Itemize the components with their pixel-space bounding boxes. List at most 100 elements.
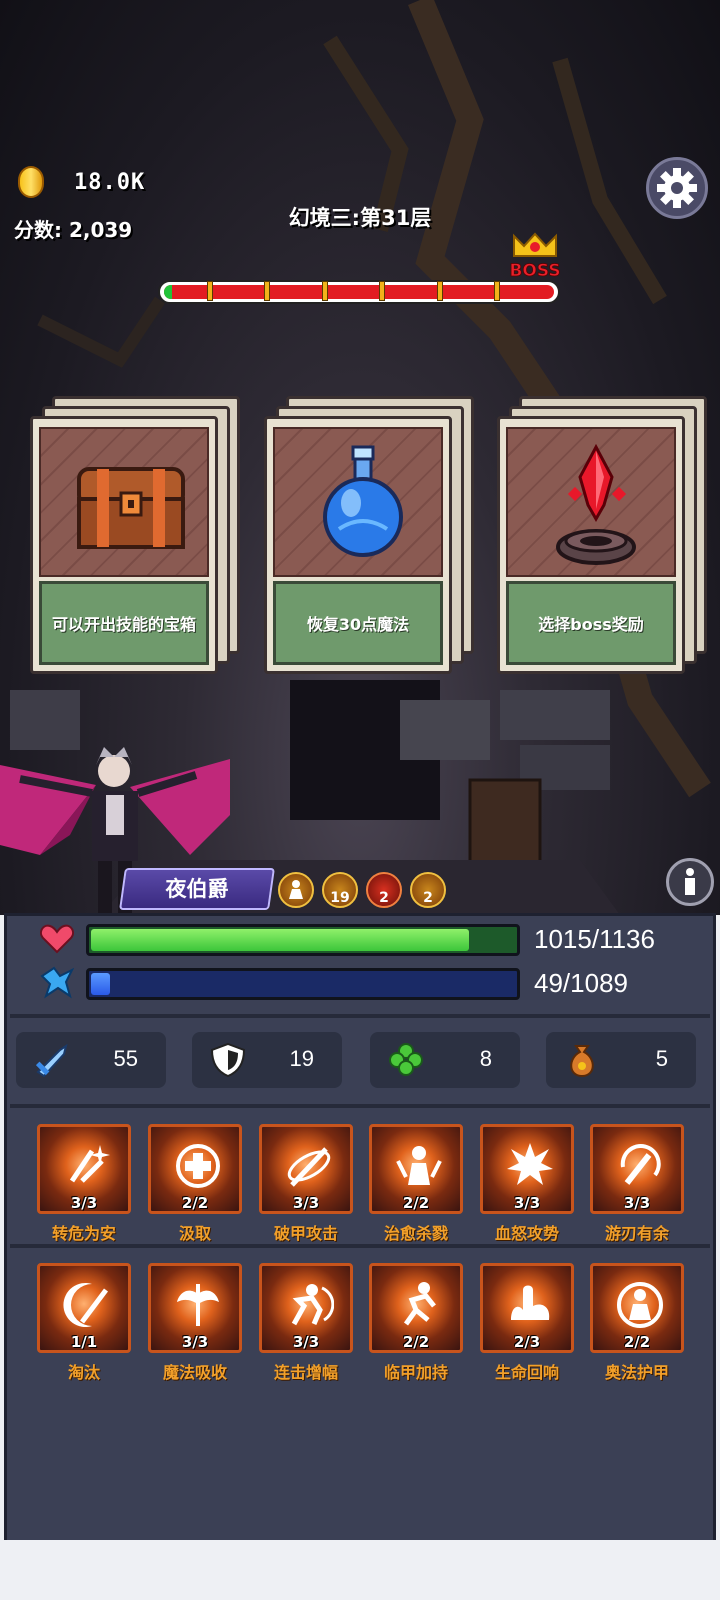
skill-count: 1/1 [70,1333,98,1351]
card-label: 可以开出技能的宝箱 [39,581,209,665]
progress-marker [322,281,328,301]
skill-count: 3/3 [292,1333,320,1351]
skill-slot[interactable]: 3/3 血怒攻势 [480,1124,574,1258]
skill-name: 奥法护甲 [604,1363,669,1382]
info-icon [685,868,695,895]
card-label: 恢复30点魔法 [273,581,443,665]
skill-name: 魔法吸收 [162,1363,227,1382]
skill-count: 2/2 [623,1333,651,1351]
skill-slot[interactable]: 3/3 连击增幅 [259,1263,353,1397]
blue-potion-icon [323,445,403,557]
stage-title: 幻境三:第31层 [288,206,432,230]
rising-figure-skill-icon [396,1146,442,1185]
rage-burst-skill-icon [507,1143,553,1185]
progress-marker [379,281,385,301]
arcane-armor-skill-icon [617,1282,663,1328]
skill-name: 淘汰 [67,1363,100,1382]
figure-buff-icon[interactable] [278,872,314,908]
progress-marker [264,281,270,301]
health-text: 1015/1136 [534,924,655,954]
reward-card-chest[interactable]: 可以开出技能的宝箱 [30,396,240,674]
luck-stat: 8 [370,1032,520,1088]
skill-count: 3/3 [513,1194,541,1212]
buff-count: 2 [379,890,389,906]
hero-nameplate: 夜伯爵 [119,868,275,910]
hero-name: 夜伯爵 [165,877,229,901]
shield-buff-icon[interactable]: 19 [322,872,358,908]
skill-slot[interactable]: 2/2 奥法护甲 [590,1263,684,1397]
loot-value: 5 [655,1046,668,1071]
panel-divider [10,1104,710,1108]
skill-slot[interactable]: 2/2 汲取 [148,1124,242,1258]
slash-crescent-skill-icon [63,1283,108,1327]
heart-icon [40,924,74,954]
skill-count: 2/2 [181,1194,209,1212]
skill-count: 2/2 [402,1194,430,1212]
skill-slot[interactable]: 3/3 游刃有余 [590,1124,684,1258]
gear-icon [657,168,697,208]
blade-spin-skill-icon [620,1144,661,1185]
skill-count: 3/3 [181,1333,209,1351]
defense-stat: 19 [192,1032,342,1088]
red-crystal-altar-icon [556,443,636,565]
mana-bar-fill [91,973,111,995]
flexed-arm-skill-icon [511,1285,550,1320]
combo-strike-skill-icon [291,1284,334,1326]
skill-name: 治愈杀戮 [383,1224,448,1243]
card-label: 选择boss奖励 [506,581,676,665]
progress-marker [207,281,213,301]
mana-icon [40,966,74,999]
sword-icon [35,1043,68,1078]
loot-stat: 5 [546,1032,696,1088]
coin-count: 18.0K [74,170,146,195]
reward-card-boss[interactable]: 选择boss奖励 [497,396,707,674]
shield-icon [210,1042,246,1078]
skill-slot[interactable]: 2/2 临甲加持 [369,1263,463,1397]
health-bar-fill [91,929,470,951]
reward-card-potion[interactable]: 恢复30点魔法 [264,396,474,674]
panel-divider [10,1014,710,1018]
skill-name: 连击增幅 [273,1363,338,1382]
skill-count: 3/3 [70,1194,98,1212]
skill-name: 血怒攻势 [494,1224,559,1243]
attack-stat: 55 [16,1032,166,1088]
skill-count: 3/3 [623,1194,651,1212]
skill-slot[interactable]: 3/3 转危为安 [37,1124,131,1258]
settings-button[interactable] [646,157,708,219]
blood-drop-buff-icon[interactable]: 2 [366,872,402,908]
progress-marker [494,281,500,301]
buff-count: 19 [330,890,350,906]
heal-cross-skill-icon [176,1144,220,1188]
health-bar [86,924,520,956]
skill-name: 转危为安 [51,1224,116,1243]
skill-name: 汲取 [178,1224,211,1243]
luck-value: 8 [479,1046,492,1071]
gold-coin-icon [18,166,44,198]
skill-slot[interactable]: 3/3 魔法吸收 [148,1263,242,1397]
skill-slot[interactable]: 2/3 生命回响 [480,1263,574,1397]
game-scene: 18.0K 分数: 2,039 幻境三:第31层 BOSS 可以开出技能的宝箱 … [0,0,720,915]
floor-progress-fill [164,285,172,299]
sword-buff-icon[interactable]: 2 [410,872,446,908]
skill-slot[interactable]: 1/1 淘汰 [37,1263,131,1397]
defense-value: 19 [289,1046,314,1071]
skill-name: 生命回响 [494,1363,559,1382]
boss-label: BOSS [510,261,560,280]
sparkle-shield-skill-icon [69,1145,110,1183]
sword-orbit-skill-icon [287,1147,331,1187]
attack-value: 55 [113,1046,138,1071]
buff-count: 2 [423,890,433,906]
info-button[interactable] [666,858,714,906]
skill-count: 2/2 [402,1333,430,1351]
boss-crown-icon: BOSS [510,232,560,280]
skill-count: 3/3 [292,1194,320,1212]
figure-glyph [289,880,303,899]
skill-name: 临甲加持 [383,1363,448,1382]
treasure-chest-icon [77,467,185,549]
skill-slot[interactable]: 3/3 破甲攻击 [259,1124,353,1258]
skill-name: 游刃有余 [604,1224,669,1243]
clover-icon [389,1043,423,1076]
skill-name: 破甲攻击 [273,1224,338,1243]
mana-text: 49/1089 [534,968,628,998]
skill-slot[interactable]: 2/2 治愈杀戮 [369,1124,463,1258]
